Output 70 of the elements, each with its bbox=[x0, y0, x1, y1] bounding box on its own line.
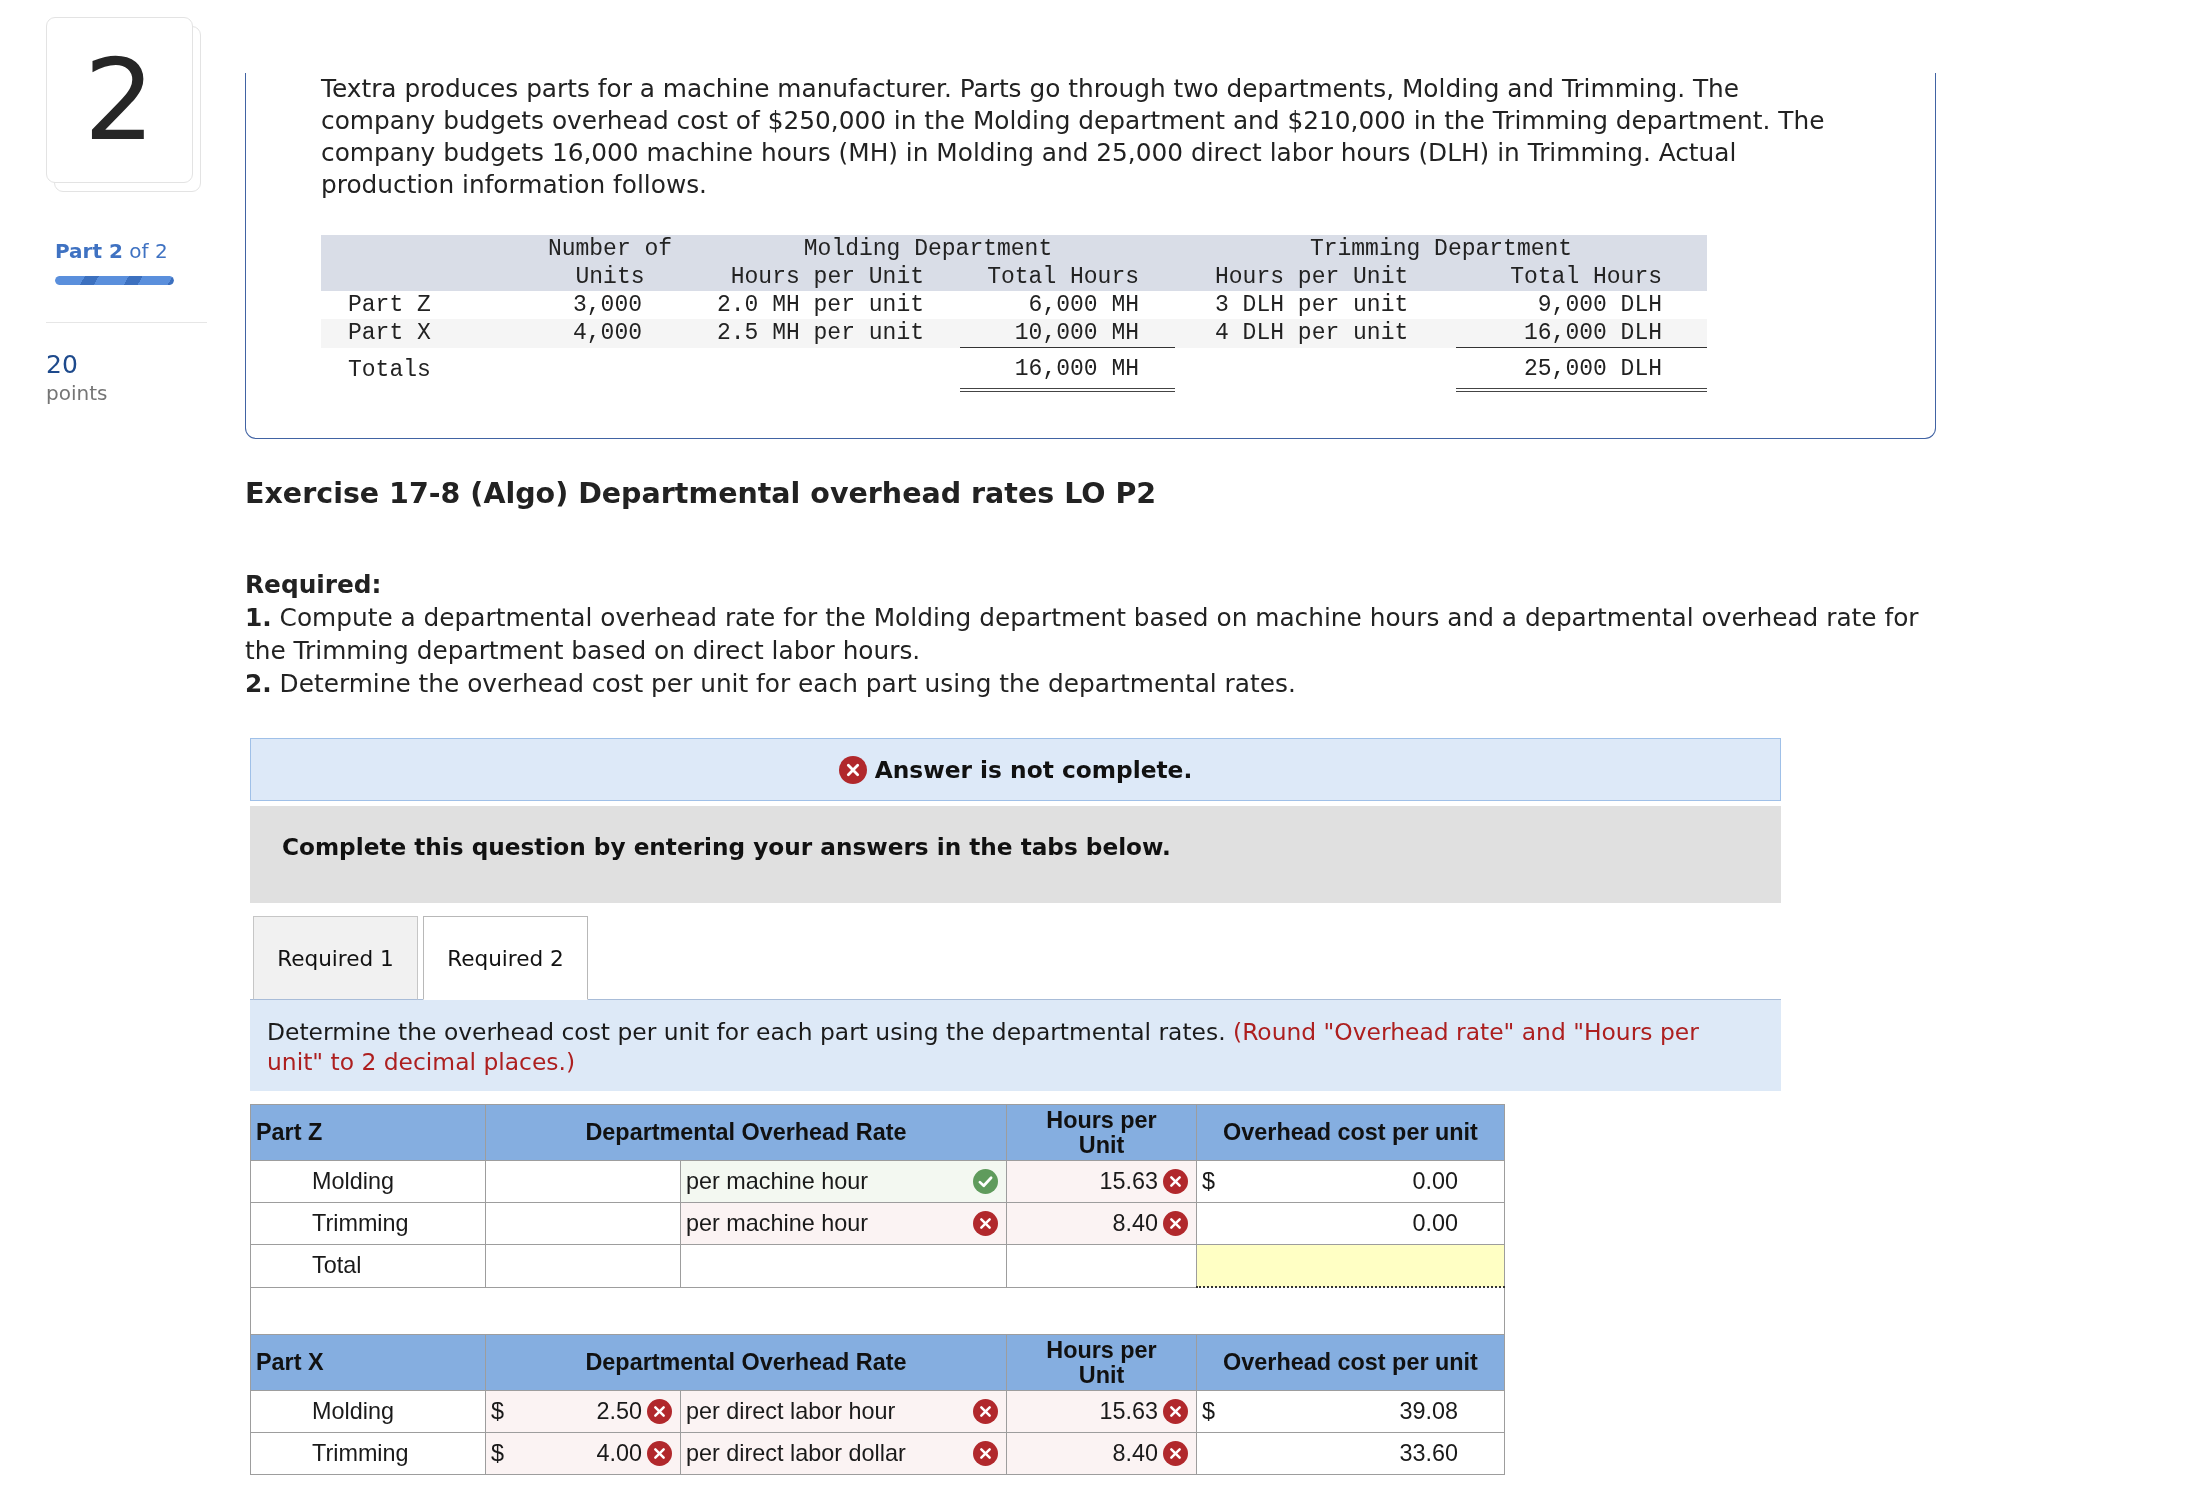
exercise-title: Exercise 17-8 (Algo) Departmental overhead rates LO P2 bbox=[245, 476, 1158, 512]
requirement-text: 2. Determine the overhead cost per unit for each part using the departmental rates. bbox=[245, 668, 1297, 700]
answer-field[interactable]: 33.60 bbox=[1196, 1432, 1505, 1475]
currency-sign: $ bbox=[491, 1398, 504, 1425]
column-header: Total Hours bbox=[960, 263, 1175, 291]
table-cell: 25,000 DLH bbox=[1456, 347, 1707, 390]
column-header: Overhead cost per unit bbox=[1196, 1104, 1505, 1161]
instruction-text: Complete this question by entering your answers in the tabs below. bbox=[282, 833, 1171, 860]
table-cell: 4,000 bbox=[531, 319, 681, 348]
tab[interactable]: Required 1 bbox=[253, 916, 418, 1000]
answer-field[interactable] bbox=[485, 1160, 681, 1203]
row-label: Trimming bbox=[250, 1432, 486, 1475]
answer-field[interactable]: 15.63 bbox=[1006, 1160, 1197, 1203]
column-header: Departmental Overhead Rate bbox=[485, 1104, 1007, 1161]
tab[interactable]: Required 2 bbox=[423, 916, 588, 1000]
row-label: Molding bbox=[250, 1390, 486, 1433]
problem-text: Textra produces parts for a machine manufacturer. Parts go through two departments, Molding and Trimming. The company budgets overhead cost of $250,000 in the Molding department and $210,000 in the Trimming department. The company budgets 16,000 machine hours (MH) in Molding and 25,000 direct labor hours (DLH) in Trimming. Actual production information follows. bbox=[321, 73, 1826, 201]
table-cell: 4 DLH per unit bbox=[1175, 319, 1456, 348]
column-header: Total Hours bbox=[1456, 263, 1707, 291]
column-header: Departmental Overhead Rate bbox=[485, 1334, 1007, 1391]
row-label: Totals bbox=[321, 347, 531, 390]
column-header: Hours per Unit bbox=[681, 263, 960, 291]
answer-field[interactable]: 8.40 bbox=[1006, 1432, 1197, 1475]
answer-field[interactable] bbox=[1196, 1244, 1505, 1287]
row-label: Trimming bbox=[250, 1202, 486, 1245]
column-header: Trimming Department bbox=[1175, 235, 1707, 263]
result-message: Answer is not complete. bbox=[874, 756, 1193, 783]
answer-field[interactable]: $ 39.08 bbox=[1196, 1390, 1505, 1433]
column-header: Hours per Unit bbox=[1175, 263, 1456, 291]
answer-field[interactable]: per machine hour bbox=[680, 1160, 1007, 1203]
answer-field[interactable]: per direct labor dollar bbox=[680, 1432, 1007, 1475]
table-cell: 3 DLH per unit bbox=[1175, 291, 1456, 319]
question-number: 2 bbox=[83, 44, 156, 156]
currency-sign: $ bbox=[491, 1440, 504, 1467]
row-label: Part X bbox=[321, 319, 531, 348]
answer-field[interactable]: 15.63 bbox=[1006, 1390, 1197, 1433]
column-header: Overhead cost per unit bbox=[1196, 1334, 1505, 1391]
table-cell: 9,000 DLH bbox=[1456, 291, 1707, 319]
points-label: points bbox=[46, 380, 109, 406]
answer-field[interactable]: 0.00 bbox=[1196, 1202, 1505, 1245]
column-header: Hours per Unit bbox=[1006, 1104, 1197, 1161]
table-cell: 2.5 MH per unit bbox=[681, 319, 960, 348]
currency-sign: $ bbox=[1202, 1398, 1215, 1425]
answer-field[interactable]: per direct labor hour bbox=[680, 1390, 1007, 1433]
answer-field[interactable]: $ 4.00 bbox=[485, 1432, 681, 1475]
answer-field[interactable]: $ 0.00 bbox=[1196, 1160, 1505, 1203]
table-cell: 16,000 DLH bbox=[1456, 319, 1707, 348]
column-header: Part X bbox=[250, 1334, 486, 1391]
row-label: Total bbox=[250, 1244, 486, 1287]
table-cell: 16,000 MH bbox=[960, 347, 1175, 390]
table-cell: 6,000 MH bbox=[960, 291, 1175, 319]
row-label: Molding bbox=[250, 1160, 486, 1203]
answer-field[interactable]: 8.40 bbox=[1006, 1202, 1197, 1245]
table-cell: 3,000 bbox=[531, 291, 681, 319]
answer-field[interactable]: per machine hour bbox=[680, 1202, 1007, 1245]
column-header: Hours per Unit bbox=[1006, 1334, 1197, 1391]
currency-sign: $ bbox=[1202, 1168, 1215, 1195]
requirement-text: 1. Compute a departmental overhead rate for the Molding department based on machine hours and a departmental overhead rate for the Trimming department based on direct labor hours. bbox=[245, 602, 1920, 667]
answer-field[interactable]: $ 2.50 bbox=[485, 1390, 681, 1433]
column-header: Number of Units bbox=[531, 235, 681, 291]
instruction-text: Determine the overhead cost per unit for each part using the departmental rates. (Round "Overhead rate" and "Hours per unit" to 2 decimal places.) bbox=[267, 1017, 1700, 1077]
column-header: Part Z bbox=[250, 1104, 486, 1161]
column-header: Molding Department bbox=[681, 235, 1175, 263]
table-cell: 2.0 MH per unit bbox=[681, 291, 960, 319]
required-heading: Required: bbox=[245, 569, 383, 601]
part-progress-label: Part 2 of 2 bbox=[55, 238, 169, 264]
table-cell: 10,000 MH bbox=[960, 319, 1175, 348]
points-value: 20 bbox=[46, 350, 79, 380]
row-label: Part Z bbox=[321, 291, 531, 319]
answer-field[interactable] bbox=[485, 1202, 681, 1245]
